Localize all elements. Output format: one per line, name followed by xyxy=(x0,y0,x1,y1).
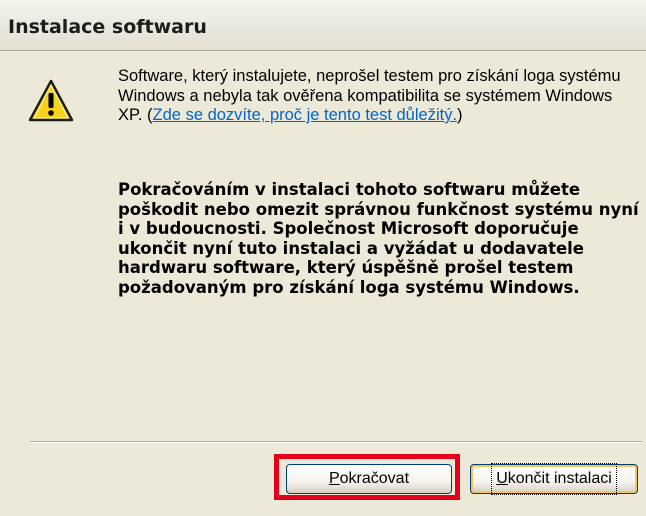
compatibility-message: Software, který instalujete, neprošel te… xyxy=(118,67,638,126)
continue-accelerator: P xyxy=(328,470,340,487)
continue-label-rest: okračovat xyxy=(339,470,410,487)
exit-button-label: Ukončit instalaci xyxy=(491,463,617,495)
exit-installation-button[interactable]: Ukončit instalaci xyxy=(470,463,638,495)
exit-accelerator: U xyxy=(496,470,508,487)
dialog-title: Instalace softwaru xyxy=(8,16,207,38)
message-closing-paren: ) xyxy=(457,106,463,124)
button-separator xyxy=(30,441,642,443)
why-important-link[interactable]: Zde se dozvíte, proč je tento test důlež… xyxy=(153,106,458,124)
continue-button-label: Pokračovat xyxy=(329,465,409,493)
dialog-header: Instalace softwaru xyxy=(0,0,646,51)
exit-label-rest: končit instalaci xyxy=(507,470,612,487)
installation-dialog: Instalace softwaru Software, který insta… xyxy=(0,0,646,516)
warning-icon xyxy=(28,78,74,124)
continue-button[interactable]: Pokračovat xyxy=(286,464,452,494)
warning-recommendation: Pokračováním v instalaci tohoto softwaru… xyxy=(118,180,639,297)
